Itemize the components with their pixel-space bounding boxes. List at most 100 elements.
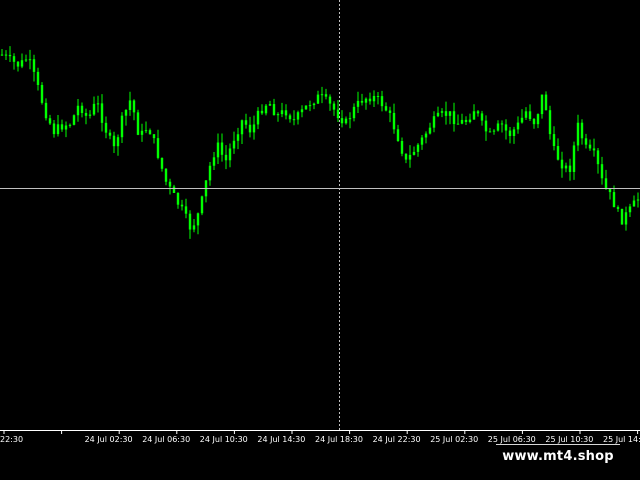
candle-body (76, 105, 80, 116)
candle-body (124, 109, 128, 116)
watermark-text: www.mt4.shop (502, 448, 614, 464)
candle-body (220, 142, 224, 155)
candle-body (180, 204, 184, 207)
x-tick-label: 25 Jul 10:30 (545, 435, 593, 444)
candle-body (52, 123, 56, 135)
candle-body (596, 150, 600, 165)
candle-body (316, 94, 320, 104)
candle-body (472, 111, 476, 120)
x-tick-label: 24 Jul 10:30 (200, 435, 248, 444)
x-axis-ticks: 22:30 24 Jul 02:30 24 Jul 06:30 24 Jul 10:3… (0, 430, 640, 444)
candle-body (392, 112, 396, 130)
candle-body (424, 133, 428, 138)
candle-body (136, 112, 140, 135)
candle-body (480, 113, 484, 121)
candle-body (80, 105, 84, 114)
candle-body (412, 151, 416, 155)
candles-group (0, 46, 640, 239)
x-tick-label: 24 Jul 18:30 (315, 435, 363, 444)
candle-body (260, 110, 264, 114)
candle-body (364, 98, 368, 103)
candle-body (396, 129, 400, 142)
candle-body (588, 144, 592, 149)
candle-body (240, 120, 244, 135)
candle-body (128, 100, 132, 110)
candle-body (208, 165, 212, 181)
candle-body (12, 56, 16, 62)
candle-body (432, 116, 436, 128)
candle-body (584, 138, 588, 145)
candle-body (112, 135, 116, 147)
candle-body (552, 134, 556, 147)
candle-body (200, 196, 204, 214)
candle-body (408, 154, 412, 160)
candle-body (172, 186, 176, 193)
candle-body (312, 103, 316, 106)
candle-body (520, 117, 524, 123)
candle-body (264, 105, 268, 114)
candle-body (216, 142, 220, 158)
candle-body (368, 98, 372, 102)
candle-body (580, 122, 584, 139)
candle-body (276, 114, 280, 116)
candle-body (328, 96, 332, 104)
candle-body (616, 207, 620, 209)
candle-body (380, 96, 384, 107)
candle-body (340, 118, 344, 124)
candle-body (352, 106, 356, 119)
candle-body (304, 105, 308, 110)
candle-body (28, 59, 32, 61)
candle-body (56, 124, 60, 135)
candle-body (60, 124, 64, 130)
candle-body (268, 104, 272, 106)
candle-body (436, 112, 440, 117)
candle-body (272, 104, 276, 116)
candle-body (476, 111, 480, 114)
candle-body (332, 103, 336, 110)
candle-body (100, 103, 104, 123)
candle-body (144, 130, 148, 132)
candle-body (628, 206, 632, 213)
candle-body (244, 120, 248, 125)
candle-body (92, 103, 96, 115)
candle-body (164, 168, 168, 182)
candle-body (356, 100, 360, 107)
candle-body (460, 119, 464, 124)
candle-body (464, 119, 468, 123)
candle-body (492, 130, 496, 132)
candle-body (388, 110, 392, 113)
candle-body (428, 127, 432, 134)
candle-body (24, 59, 28, 61)
candle-body (188, 213, 192, 230)
candle-body (116, 137, 120, 147)
candle-body (280, 110, 284, 115)
candle-body (20, 60, 24, 67)
candle-body (0, 54, 4, 56)
candle-body (336, 109, 340, 119)
candle-body (284, 110, 288, 116)
candle-body (296, 112, 300, 120)
candle-body (44, 102, 48, 119)
candle-body (496, 123, 500, 131)
x-tick-label: 24 Jul 02:30 (85, 435, 133, 444)
candle-body (64, 125, 68, 130)
candle-body (68, 124, 72, 126)
candle-body (120, 115, 124, 138)
candle-body (372, 95, 376, 102)
candle-body (196, 213, 200, 226)
candle-body (176, 192, 180, 205)
candle-body (532, 118, 536, 125)
candle-body (500, 123, 504, 125)
candle-body (104, 122, 108, 133)
candle-body (212, 157, 216, 166)
candle-body (556, 146, 560, 160)
candle-body (468, 119, 472, 123)
candle-body (160, 157, 164, 169)
candle-body (448, 111, 452, 116)
candle-body (624, 212, 628, 225)
price-chart: 22:30 24 Jul 02:30 24 Jul 06:30 24 Jul 10:3… (0, 0, 640, 444)
candle-body (132, 100, 136, 113)
candle-body (320, 94, 324, 96)
x-tick-label: 25 Jul 06:30 (488, 435, 536, 444)
candle-body (524, 111, 528, 118)
